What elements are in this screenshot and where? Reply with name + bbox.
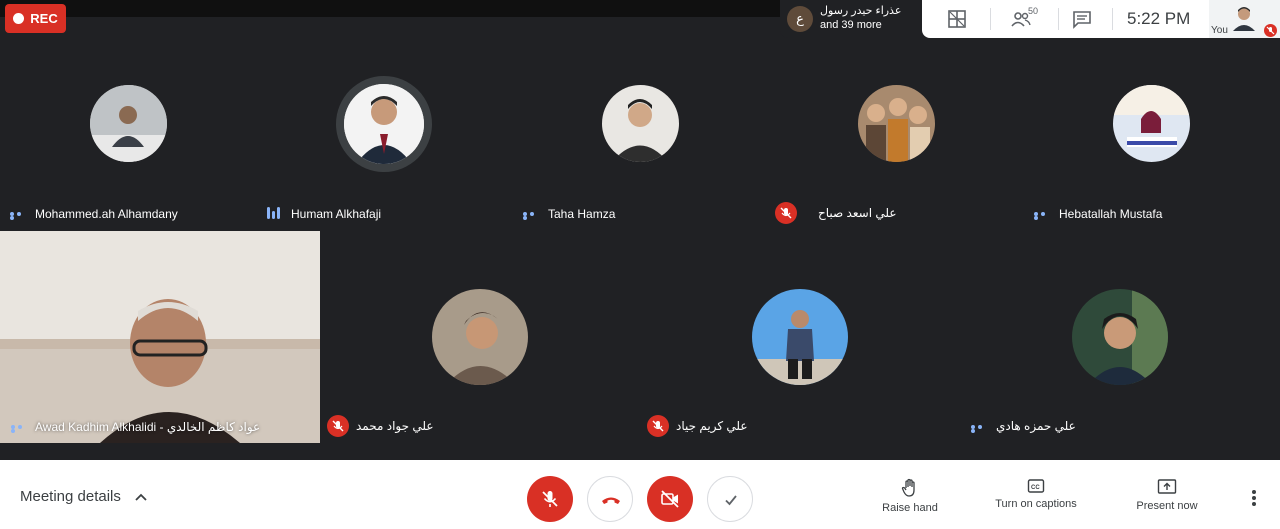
activity-dots-icon [971, 425, 989, 433]
divider [1058, 8, 1059, 30]
participant-name: Mohammed.ah Alhamdany [35, 207, 178, 221]
avatar [602, 85, 679, 162]
participant-name: عواد كاظم الخالدي - Awad Kadhim Alkhalid… [35, 420, 261, 434]
avatar [336, 76, 432, 172]
participant-tile[interactable]: علي جواد محمد [320, 231, 640, 443]
raise-hand-button[interactable]: Raise hand [877, 478, 943, 514]
checkmark-icon [725, 495, 737, 506]
participant-name: علي كريم جياد [676, 419, 748, 433]
participant-tile[interactable]: Humam Alkhafaji [256, 40, 512, 230]
captions-button[interactable]: CC Turn on captions [989, 478, 1083, 510]
speaking-indicator-icon [267, 207, 281, 219]
hang-up-icon [602, 497, 620, 504]
mic-toggle-button[interactable] [527, 476, 573, 522]
chevron-up-icon[interactable] [134, 490, 148, 502]
record-dot-icon [13, 13, 25, 24]
participant-name: Taha Hamza [548, 207, 616, 221]
divider [990, 8, 991, 30]
present-now-label: Present now [1136, 500, 1198, 512]
participant-tile[interactable]: Hebatallah Mustafa [1024, 40, 1280, 230]
mic-off-icon [1264, 24, 1277, 37]
hang-up-button[interactable] [587, 476, 633, 522]
activity-dots-icon [10, 212, 28, 220]
present-screen-icon [1157, 479, 1177, 494]
participant-name: علي اسعد صباح [818, 206, 897, 220]
mic-off-icon [647, 415, 669, 437]
activity-dots-icon [11, 425, 29, 433]
self-view[interactable]: You [1209, 0, 1280, 38]
participant-video-tile[interactable]: عواد كاظم الخالدي - Awad Kadhim Alkhalid… [0, 231, 320, 443]
participant-name: علي جواد محمد [356, 419, 434, 433]
participant-name: علي حمزه هادي [996, 419, 1076, 433]
mic-off-icon [542, 491, 558, 507]
participant-tile[interactable]: Mohammed.ah Alhamdany [0, 40, 256, 230]
hand-icon [901, 478, 915, 497]
confirm-button[interactable] [707, 476, 753, 522]
avatar [1072, 289, 1168, 385]
mic-off-icon [775, 202, 797, 224]
captions-label: Turn on captions [995, 498, 1077, 510]
camera-off-icon [661, 490, 679, 508]
recording-label: REC [30, 11, 58, 26]
chat-icon[interactable] [1072, 9, 1092, 29]
more-vert-icon[interactable] [1250, 490, 1258, 508]
notification-name: عذراء حيدر رسول [820, 5, 902, 17]
avatar [90, 85, 167, 162]
participant-name: Hebatallah Mustafa [1059, 207, 1163, 221]
grid-layout-icon[interactable] [947, 9, 967, 29]
participant-initial-badge: ع [787, 6, 813, 32]
meeting-clock: 5:22 PM [1127, 9, 1191, 28]
present-now-button[interactable]: Present now [1132, 478, 1202, 512]
participant-tile[interactable]: علي اسعد صباح [768, 40, 1024, 230]
recording-badge: REC [5, 4, 66, 33]
divider [1112, 8, 1113, 30]
self-avatar [1233, 5, 1255, 31]
avatar [752, 289, 848, 385]
participant-tile[interactable]: علي حمزه هادي [960, 231, 1280, 443]
notification-more: and 39 more [820, 19, 882, 31]
participant-name: Humam Alkhafaji [291, 207, 382, 221]
top-bar: 50 5:22 PM You [922, 0, 1280, 38]
self-label: You [1211, 25, 1228, 36]
svg-text:CC: CC [1031, 485, 1040, 491]
avatar [432, 289, 528, 385]
join-notification: ع عذراء حيدر رسول and 39 more [780, 0, 922, 38]
raise-hand-label: Raise hand [882, 502, 938, 514]
meeting-stage: REC Mohammed.ah Alhamdany Humam Alkhafaj… [0, 0, 1280, 460]
participant-count: 50 [1028, 6, 1039, 16]
mic-off-icon [327, 415, 349, 437]
activity-dots-icon [523, 212, 541, 220]
captions-icon: CC [1027, 479, 1045, 493]
camera-toggle-button[interactable] [647, 476, 693, 522]
meeting-details-button[interactable]: Meeting details [20, 488, 121, 505]
avatar [1113, 85, 1190, 162]
activity-dots-icon [1034, 212, 1052, 220]
participant-tile[interactable]: Taha Hamza [512, 40, 768, 230]
participant-tile[interactable]: علي كريم جياد [640, 231, 960, 443]
bottom-control-bar: Meeting details Raise hand CC Turn on ca… [0, 460, 1280, 529]
avatar [858, 85, 935, 162]
